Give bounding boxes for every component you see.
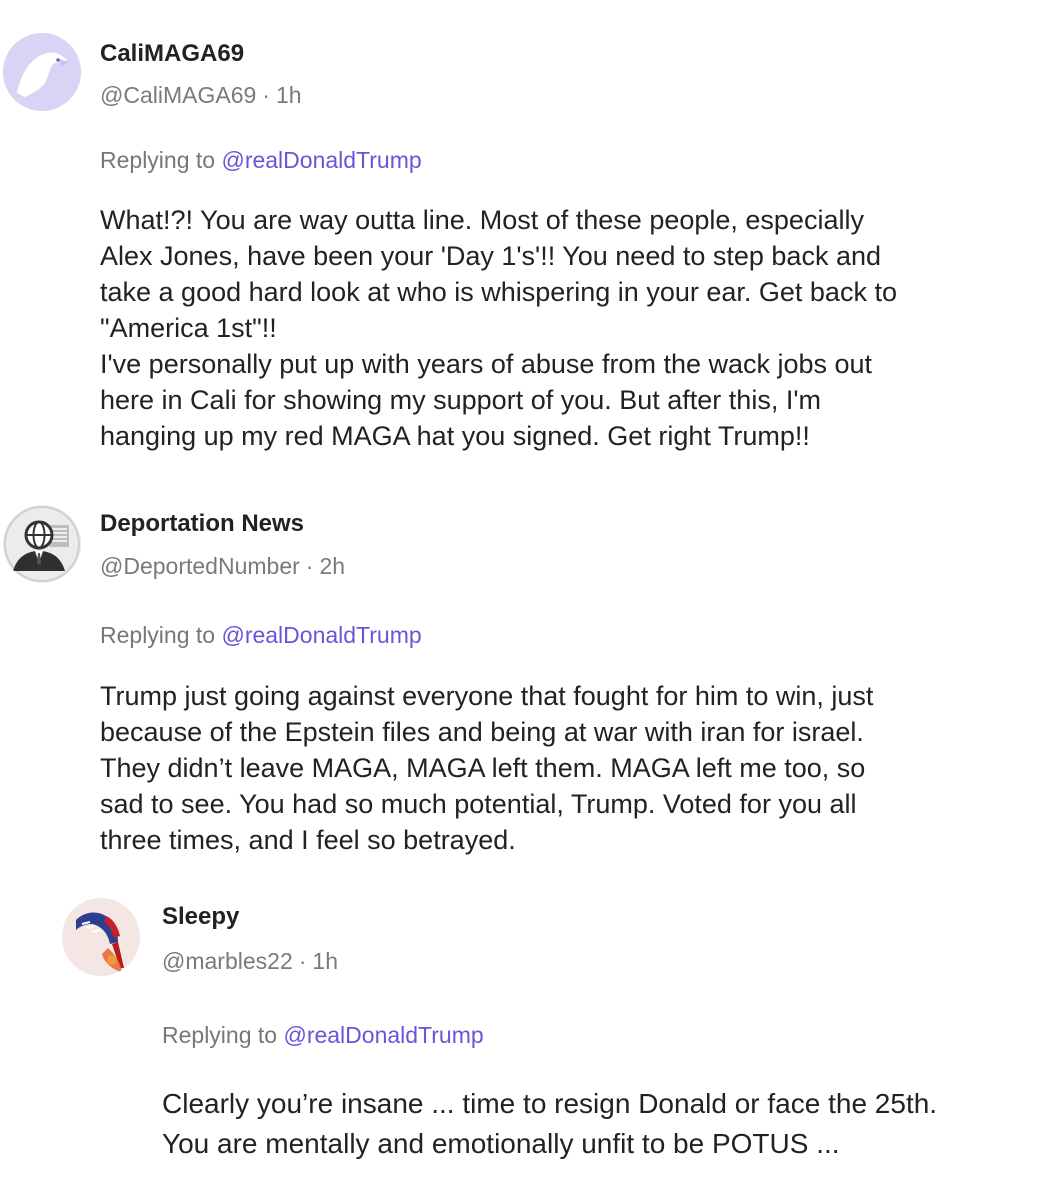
display-name[interactable]: Sleepy [162, 903, 239, 931]
display-name[interactable]: Deportation News [100, 510, 304, 538]
replying-to: Replying to @realDonaldTrump [100, 147, 422, 174]
timestamp: 1h [312, 948, 338, 974]
handle[interactable]: @marbles22 [162, 948, 293, 974]
post-body: Trump just going against everyone that f… [100, 681, 874, 855]
replying-prefix: Replying to [100, 622, 216, 648]
post-body: What!?! You are way outta line. Most of … [100, 205, 897, 451]
replying-to: Replying to @realDonaldTrump [100, 622, 422, 649]
eagle-avatar-icon[interactable] [3, 33, 81, 111]
timestamp: 2h [319, 553, 346, 579]
replying-prefix: Replying to [162, 1022, 278, 1048]
handle[interactable]: @CaliMAGA69 [100, 82, 256, 108]
high-heel-avatar-icon[interactable] [62, 898, 140, 976]
handle-time: @DeportedNumber · 2h [100, 553, 345, 580]
separator-dot: · [262, 82, 270, 108]
handle[interactable]: @DeportedNumber [100, 553, 300, 579]
replying-to: Replying to @realDonaldTrump [162, 1022, 484, 1049]
mention-link[interactable]: @realDonaldTrump [221, 147, 421, 173]
handle-time: @marbles22 · 1h [162, 948, 338, 975]
replying-prefix: Replying to [100, 147, 216, 173]
globe-suit-avatar-icon[interactable] [3, 505, 81, 583]
mention-link[interactable]: @realDonaldTrump [221, 622, 421, 648]
post-body: Clearly you’re insane ... time to resign… [162, 1088, 938, 1159]
handle-time: @CaliMAGA69 · 1h [100, 82, 302, 109]
separator-dot: · [298, 948, 307, 974]
separator-dot: · [305, 553, 314, 579]
timestamp: 1h [275, 82, 302, 108]
mention-link[interactable]: @realDonaldTrump [283, 1022, 483, 1048]
display-name[interactable]: CaliMAGA69 [100, 40, 244, 68]
